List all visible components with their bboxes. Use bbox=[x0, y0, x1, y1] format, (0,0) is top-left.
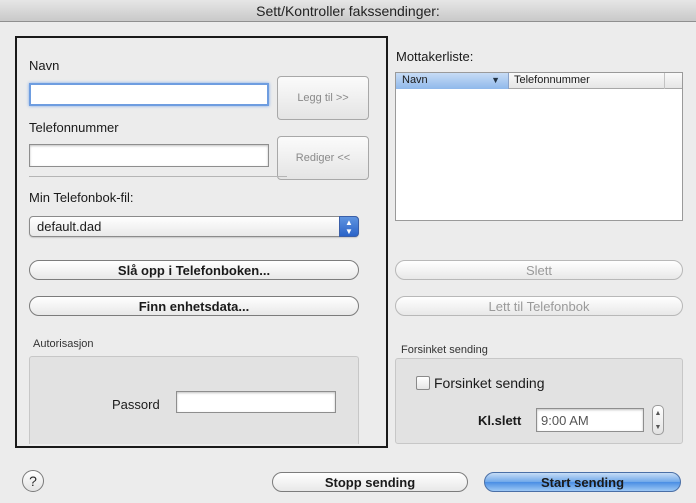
phone-label: Telefonnummer bbox=[29, 120, 119, 135]
time-label: Kl.slett bbox=[478, 413, 522, 428]
password-input[interactable] bbox=[176, 391, 336, 413]
column-header-name[interactable]: Navn ▼ bbox=[396, 73, 509, 89]
column-header-phone[interactable]: Telefonnummer bbox=[510, 73, 665, 89]
recipient-list-header: Navn ▼ Telefonnummer bbox=[396, 73, 682, 89]
delete-button[interactable]: Slett bbox=[395, 260, 683, 280]
auth-group-label: Autorisasjon bbox=[33, 338, 94, 350]
entry-panel: Navn Legg til >> Telefonnummer Rediger <… bbox=[15, 36, 388, 448]
time-input[interactable] bbox=[536, 408, 644, 432]
chevron-up-down-icon: ▲ ▼ bbox=[339, 216, 359, 237]
name-input[interactable] bbox=[29, 83, 269, 106]
sort-down-icon: ▼ bbox=[491, 75, 500, 85]
delayed-sending-label[interactable]: Forsinket sending bbox=[434, 375, 545, 391]
phone-input[interactable] bbox=[29, 144, 269, 167]
column-name-label: Navn bbox=[402, 74, 428, 86]
stop-sending-button[interactable]: Stopp sending bbox=[272, 472, 468, 492]
stepper-up-icon[interactable]: ▲ bbox=[655, 410, 662, 417]
window-title: Sett/Kontroller fakssendinger: bbox=[0, 0, 696, 22]
delayed-group-label: Forsinket sending bbox=[401, 344, 488, 356]
time-stepper[interactable]: ▲ ▼ bbox=[652, 405, 664, 435]
lookup-phonebook-button[interactable]: Slå opp i Telefonboken... bbox=[29, 260, 359, 280]
auth-group: Passord bbox=[29, 356, 359, 444]
recipient-list[interactable]: Navn ▼ Telefonnummer bbox=[395, 72, 683, 221]
start-sending-button[interactable]: Start sending bbox=[484, 472, 681, 492]
add-to-phonebook-button[interactable]: Lett til Telefonbok bbox=[395, 296, 683, 316]
help-icon[interactable]: ? bbox=[22, 470, 44, 492]
separator bbox=[29, 176, 287, 177]
password-label: Passord bbox=[112, 397, 160, 412]
delayed-sending-checkbox[interactable] bbox=[416, 376, 430, 390]
stepper-down-icon[interactable]: ▼ bbox=[655, 424, 662, 431]
phonebook-file-value: default.dad bbox=[37, 219, 102, 234]
phonebook-file-select[interactable]: default.dad ▲ ▼ bbox=[29, 216, 359, 237]
find-device-data-button[interactable]: Finn enhetsdata... bbox=[29, 296, 359, 316]
edit-button[interactable]: Rediger << bbox=[277, 136, 369, 180]
name-label: Navn bbox=[29, 58, 60, 73]
phonebook-file-label: Min Telefonbok-fil: bbox=[29, 190, 134, 205]
recipient-list-label: Mottakerliste: bbox=[396, 49, 474, 64]
add-button[interactable]: Legg til >> bbox=[277, 76, 369, 120]
delayed-sending-group: Forsinket sending Kl.slett ▲ ▼ bbox=[395, 358, 683, 444]
